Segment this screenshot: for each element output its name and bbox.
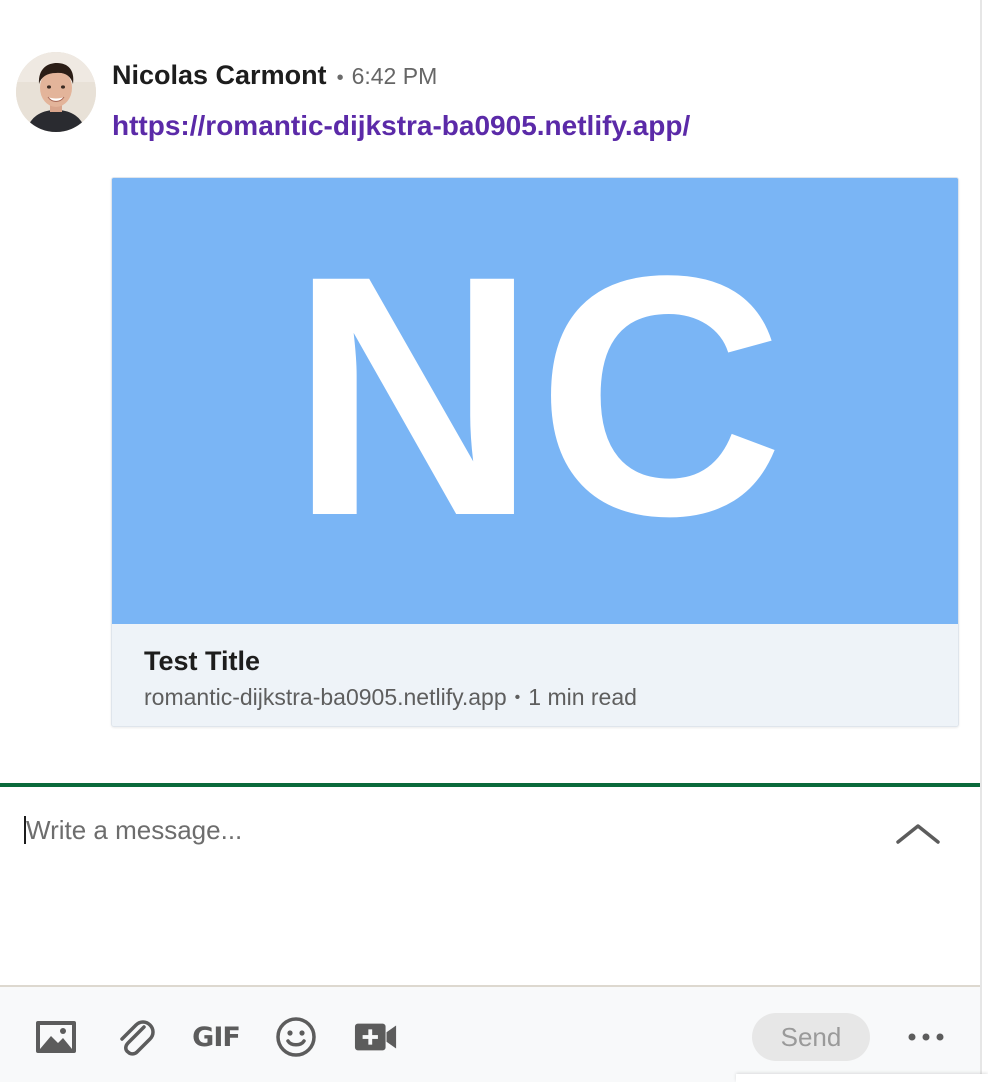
send-button[interactable]: Send — [752, 1013, 870, 1061]
link-preview-domain: romantic-dijkstra-ba0905.netlify.app — [144, 684, 507, 710]
messaging-conversation: Nicolas Carmont • 6:42 PM https://romant… — [0, 0, 988, 1082]
video-add-icon — [354, 1023, 397, 1051]
link-preview-card[interactable]: NC Test Title romantic-dijkstra-ba0905.n… — [111, 177, 959, 727]
gif-button[interactable]: GIF — [192, 1015, 241, 1059]
expand-composer-button[interactable] — [894, 814, 942, 850]
person-avatar-icon — [16, 52, 96, 132]
link-preview-title: Test Title — [144, 646, 261, 676]
attach-file-button[interactable] — [114, 1015, 158, 1059]
paperclip-icon — [120, 1020, 155, 1056]
sender-avatar[interactable] — [16, 52, 96, 132]
message-item: Nicolas Carmont • 6:42 PM https://romant… — [0, 0, 980, 780]
message-header: Nicolas Carmont • 6:42 PM — [112, 60, 437, 91]
gif-label: GIF — [192, 1021, 241, 1053]
chevron-up-icon — [896, 824, 940, 844]
message-input[interactable] — [26, 808, 846, 852]
overlay-edge — [736, 1074, 988, 1082]
message-link[interactable]: https://romantic-dijkstra-ba0905.netlify… — [112, 110, 690, 142]
scrollbar-track — [980, 0, 982, 1082]
nc-logo-image: NC — [112, 178, 958, 624]
attach-image-button[interactable] — [34, 1015, 78, 1059]
more-horizontal-icon — [908, 1033, 944, 1041]
video-meeting-button[interactable] — [354, 1015, 398, 1059]
more-options-button[interactable] — [900, 1015, 952, 1059]
message-timestamp: 6:42 PM — [351, 63, 438, 89]
sender-name[interactable]: Nicolas Carmont — [112, 60, 327, 91]
subline-separator: • — [514, 688, 521, 706]
nc-logo-text: NC — [290, 205, 784, 587]
link-preview-image: NC — [112, 178, 958, 624]
link-preview-read-time: 1 min read — [528, 684, 637, 710]
header-separator: • — [336, 67, 344, 89]
link-preview-subline: romantic-dijkstra-ba0905.netlify.app • 1… — [144, 684, 637, 711]
link-preview-meta: Test Title romantic-dijkstra-ba0905.netl… — [112, 624, 958, 726]
image-icon — [36, 1021, 76, 1053]
composer-toolbar: GIF Send — [0, 985, 980, 1082]
emoji-button[interactable] — [274, 1015, 318, 1059]
emoji-icon — [276, 1017, 316, 1057]
